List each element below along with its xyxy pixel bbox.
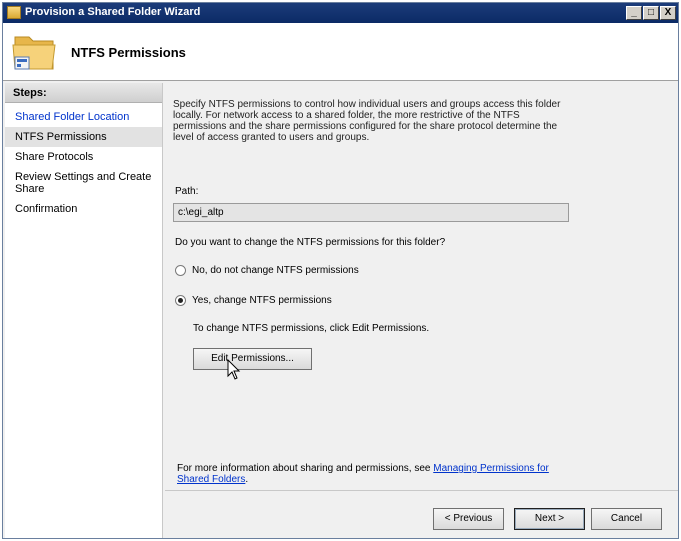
more-info-suffix: .	[245, 474, 249, 485]
step-review-settings: Review Settings and Create Share	[15, 171, 152, 195]
question-text: Do you want to change the NTFS permissio…	[175, 237, 446, 248]
wizard-window: Provision a Shared Folder Wizard _ □ X N…	[2, 2, 679, 539]
option-no-radio[interactable]	[175, 265, 186, 276]
edit-permissions-button[interactable]: Edit Permissions...	[193, 348, 312, 370]
description-text: Specify NTFS permissions to control how …	[173, 99, 561, 143]
more-info-prefix: For more information about sharing and p…	[177, 463, 434, 474]
title-bar[interactable]: Provision a Shared Folder Wizard _ □ X	[3, 3, 678, 23]
path-label: Path:	[175, 186, 199, 197]
option-no-row[interactable]: No, do not change NTFS permissions	[175, 265, 359, 276]
option-yes-row[interactable]: Yes, change NTFS permissions	[175, 295, 332, 306]
hint-text: To change NTFS permissions, click Edit P…	[193, 323, 430, 334]
steps-heading: Steps:	[5, 83, 162, 103]
step-confirmation: Confirmation	[15, 203, 78, 215]
wizard-header: NTFS Permissions	[3, 23, 678, 81]
step-share-protocols: Share Protocols	[15, 151, 94, 163]
page-title: NTFS Permissions	[71, 45, 186, 60]
footer-divider	[165, 490, 678, 491]
content-pane: Specify NTFS permissions to control how …	[165, 83, 678, 538]
option-no-label[interactable]: No, do not change NTFS permissions	[192, 265, 359, 276]
steps-pane: Steps: Shared Folder Location NTFS Permi…	[5, 83, 163, 538]
folder-icon	[12, 36, 56, 70]
minimize-button[interactable]: _	[626, 6, 642, 20]
path-field: c:\egi_altp	[173, 203, 569, 222]
window-title: Provision a Shared Folder Wizard	[25, 6, 201, 18]
next-button[interactable]: Next >	[514, 508, 585, 530]
close-button[interactable]: X	[660, 6, 676, 20]
previous-button[interactable]: < Previous	[433, 508, 504, 530]
option-yes-label[interactable]: Yes, change NTFS permissions	[192, 295, 332, 306]
step-ntfs-permissions: NTFS Permissions	[5, 127, 162, 147]
cancel-button[interactable]: Cancel	[591, 508, 662, 530]
step-shared-folder-location[interactable]: Shared Folder Location	[5, 107, 162, 127]
more-info-text: For more information about sharing and p…	[177, 463, 567, 485]
mouse-cursor-icon	[227, 359, 241, 380]
app-icon	[7, 6, 21, 19]
maximize-button[interactable]: □	[643, 6, 659, 20]
option-yes-radio[interactable]	[175, 295, 186, 306]
